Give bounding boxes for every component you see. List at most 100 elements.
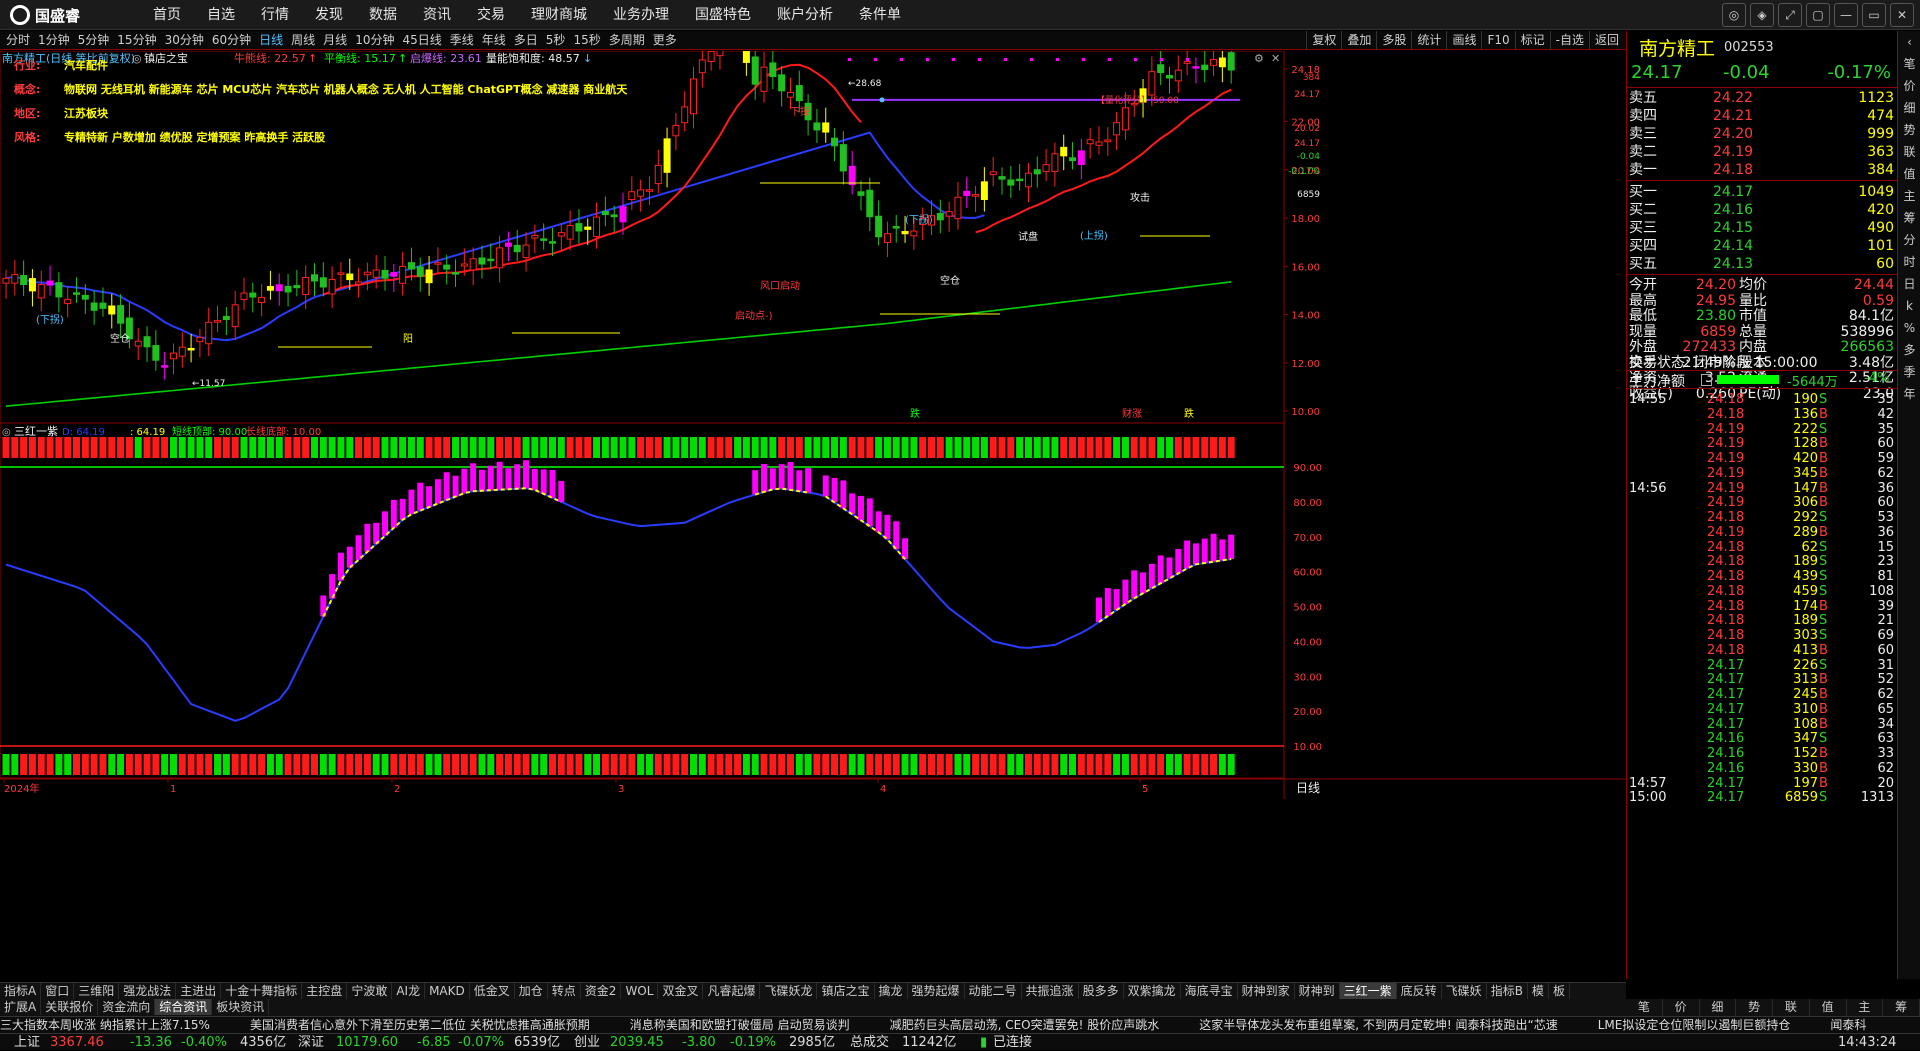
indicator-tab[interactable]: 共振追涨 bbox=[1022, 983, 1079, 999]
period-tab[interactable]: 45日线 bbox=[398, 31, 445, 50]
menu-icon[interactable]: ▢ bbox=[1806, 3, 1830, 27]
kline-chart-svg[interactable]: 南方精工(日线,等比前复权)◎ 镇店之宝 牛熊线: 22.57 ↑ 平衡线: 15.17… bbox=[0, 2, 1626, 982]
list-icon[interactable] bbox=[1701, 374, 1712, 386]
extension-tab[interactable]: 扩展A bbox=[0, 999, 42, 1015]
indicator-tab[interactable]: 指标A bbox=[0, 983, 42, 999]
indicator-tab[interactable]: 底反转 bbox=[1397, 983, 1442, 999]
menu-item[interactable]: 交易 bbox=[464, 0, 518, 30]
close-panel-icon[interactable]: ✕ bbox=[1271, 52, 1280, 65]
shield-icon[interactable]: ◈ bbox=[1750, 3, 1774, 27]
indicator-tab[interactable]: 镇店之宝 bbox=[817, 983, 875, 999]
period-tab[interactable]: 日线 bbox=[255, 31, 287, 50]
sidebar-tool[interactable]: 笔 bbox=[1898, 53, 1920, 75]
minimize-icon[interactable]: — bbox=[1834, 3, 1858, 27]
period-tab[interactable]: 60分钟 bbox=[208, 31, 255, 50]
indicator-tab[interactable]: 海底寻宝 bbox=[1181, 983, 1238, 999]
news-item[interactable]: 这家半导体龙头发布重组草案, 不到两月定乾坤! 闻泰科技跑出“芯速 bbox=[1199, 1017, 1557, 1033]
sidebar-tool[interactable]: 联 bbox=[1898, 141, 1920, 163]
menu-item[interactable]: 理财商城 bbox=[518, 0, 600, 30]
indicator-tab[interactable]: 三红一紫 bbox=[1339, 983, 1397, 999]
indicator-tab[interactable]: 动能二号 bbox=[965, 983, 1022, 999]
indicator-tab[interactable]: WOL bbox=[621, 983, 659, 999]
sidebar-tool[interactable]: 年 bbox=[1898, 383, 1920, 405]
sidebar-tool[interactable]: 势 bbox=[1898, 119, 1920, 141]
tool-button[interactable]: 统计 bbox=[1411, 31, 1446, 50]
indicator-tab[interactable]: 擒龙 bbox=[875, 983, 908, 999]
indicator-tab[interactable]: 双金叉 bbox=[658, 983, 704, 999]
indicator-tab[interactable]: 飞碟妖 bbox=[1442, 983, 1487, 999]
extension-tab[interactable]: 关联报价 bbox=[41, 999, 99, 1015]
app-logo[interactable]: 国盛睿 bbox=[10, 4, 80, 26]
tool-button[interactable]: 标记 bbox=[1514, 31, 1550, 50]
menu-item[interactable]: 发现 bbox=[302, 0, 356, 30]
menu-item[interactable]: 行情 bbox=[248, 0, 302, 30]
order-book-row[interactable]: 买四 24.14 101 bbox=[1627, 237, 1898, 255]
sh-label[interactable]: 上证 bbox=[14, 1034, 40, 1051]
order-book-row[interactable]: 买一 24.17 1049 bbox=[1627, 183, 1898, 201]
quote-tab[interactable]: 价 bbox=[1663, 999, 1700, 1016]
quote-tab[interactable]: 势 bbox=[1736, 999, 1773, 1016]
indicator-tab[interactable]: 主进出 bbox=[176, 983, 222, 999]
menu-item[interactable]: 资讯 bbox=[410, 0, 464, 30]
menu-item[interactable]: 业务办理 bbox=[600, 0, 682, 30]
sz-label[interactable]: 深证 bbox=[298, 1034, 324, 1051]
indicator-tab[interactable]: 双紫擒龙 bbox=[1124, 983, 1181, 999]
news-ticker[interactable]: 三大指数本周收涨 纳指累计上涨7.15% 美国消费者信心意外下滑至历史第二低位 关… bbox=[0, 1016, 1920, 1033]
tool-button[interactable]: 多股 bbox=[1376, 31, 1411, 50]
cy-label[interactable]: 创业 bbox=[574, 1034, 600, 1051]
indicator-tab[interactable]: 飞碟妖龙 bbox=[760, 983, 818, 999]
news-item[interactable]: 消息称美国和欧盟打破僵局 启动贸易谈判 bbox=[630, 1017, 850, 1033]
maximize-icon[interactable]: ▭ bbox=[1862, 3, 1886, 27]
order-book-row[interactable]: 卖二 24.19 363 bbox=[1627, 143, 1898, 161]
sidebar-tool[interactable]: 值 bbox=[1898, 163, 1920, 185]
indicator-tab[interactable]: 股多多 bbox=[1079, 983, 1124, 999]
indicator-tab[interactable]: 低金叉 bbox=[470, 983, 515, 999]
sidebar-tool[interactable]: % bbox=[1898, 317, 1920, 339]
indicator-tab[interactable]: 强势起爆 bbox=[908, 983, 965, 999]
period-tab[interactable]: 1分钟 bbox=[34, 31, 74, 50]
menu-item[interactable]: 自选 bbox=[194, 0, 248, 30]
period-tab[interactable]: 5分钟 bbox=[74, 31, 114, 50]
close-icon[interactable]: ✕ bbox=[1890, 3, 1914, 27]
sidebar-tool[interactable]: 主 bbox=[1898, 185, 1920, 207]
quote-tab[interactable]: 笔 bbox=[1626, 999, 1663, 1016]
menu-item[interactable]: 数据 bbox=[356, 0, 410, 30]
chart-area[interactable]: 南方精工(日线,等比前复权) ◎ 镇店之宝 牛熊线: 22.57 ↑ 平衡线: 15.17… bbox=[0, 2, 1626, 982]
indicator-tab[interactable]: 凡睿起爆 bbox=[703, 983, 761, 999]
indicator-tab[interactable]: 十金十舞指标 bbox=[221, 983, 303, 999]
quote-tab[interactable]: 联 bbox=[1773, 999, 1810, 1016]
sidebar-tool[interactable]: 筹 bbox=[1898, 207, 1920, 229]
news-item[interactable]: LME拟设定仓位限制以遏制巨额持仓 bbox=[1598, 1017, 1791, 1033]
sub-collapse-icon[interactable]: ◎ bbox=[2, 427, 11, 438]
period-tab[interactable]: 15分钟 bbox=[113, 31, 160, 50]
pin-icon[interactable]: ⤢ bbox=[1778, 3, 1802, 27]
period-tab[interactable]: 30分钟 bbox=[161, 31, 208, 50]
period-tab[interactable]: 15秒 bbox=[569, 31, 604, 50]
quote-tab[interactable]: 细 bbox=[1700, 999, 1737, 1016]
indicator-tab[interactable]: AI龙 bbox=[392, 983, 426, 999]
menu-item[interactable]: 账户分析 bbox=[764, 0, 846, 30]
news-item[interactable]: 减肥药巨头高层动荡, CEO突遭罢免! 股价应声跳水 bbox=[890, 1017, 1160, 1033]
order-book-row[interactable]: 买五 24.13 60 bbox=[1627, 255, 1898, 273]
tool-button[interactable]: 返回 bbox=[1588, 31, 1624, 50]
period-tab[interactable]: 5秒 bbox=[542, 31, 570, 50]
period-tab[interactable]: 月线 bbox=[319, 31, 351, 50]
sidebar-tool[interactable]: 价 bbox=[1898, 75, 1920, 97]
menu-item[interactable]: 条件单 bbox=[846, 0, 914, 30]
sidebar-tool[interactable]: k bbox=[1898, 295, 1920, 317]
menu-item[interactable]: 首页 bbox=[140, 0, 194, 30]
order-book-row[interactable]: 卖四 24.21 474 bbox=[1627, 107, 1898, 125]
order-book-row[interactable]: 卖五 24.22 1123 bbox=[1627, 89, 1898, 107]
collapse-icon[interactable]: ‹ bbox=[1898, 31, 1920, 53]
indicator-tab[interactable]: 窗口 bbox=[41, 983, 75, 999]
chat-icon[interactable]: ◎ bbox=[1722, 3, 1746, 27]
settings-icon[interactable]: ⚙ bbox=[1254, 52, 1264, 65]
news-item[interactable]: 闻泰科 bbox=[1830, 1017, 1866, 1033]
indicator-tab[interactable]: 财神到家 bbox=[1238, 983, 1295, 999]
period-tab[interactable]: 多周期 bbox=[605, 31, 649, 50]
order-book-row[interactable]: 卖一 24.18 384 bbox=[1627, 161, 1898, 179]
indicator-tab[interactable]: 主控盘 bbox=[302, 983, 348, 999]
period-tab[interactable]: 周线 bbox=[287, 31, 319, 50]
tool-button[interactable]: 叠加 bbox=[1341, 31, 1376, 50]
indicator-tab[interactable]: 模 bbox=[1528, 983, 1549, 999]
